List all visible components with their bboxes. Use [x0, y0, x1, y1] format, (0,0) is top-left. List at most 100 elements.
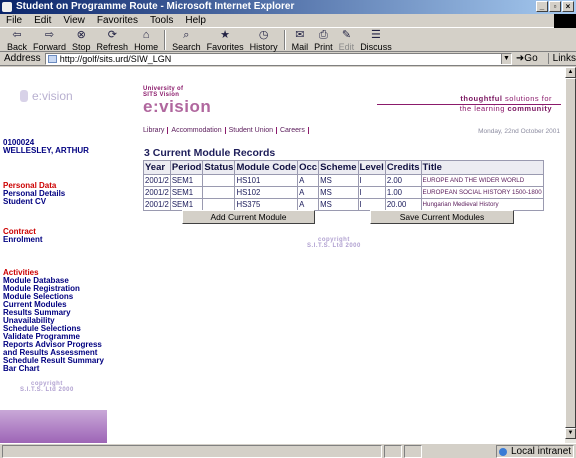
maximize-button[interactable]: ▫ [549, 1, 561, 12]
home-button[interactable]: ⌂ Home [131, 28, 161, 53]
cell-period: SEM1 [169, 198, 204, 211]
col-occ: Occ [297, 160, 320, 175]
nav-library[interactable]: Library [143, 127, 169, 134]
menu-file[interactable]: File [6, 15, 22, 26]
cell-period: SEM1 [169, 186, 204, 199]
sidebar: e:vision 0100024 WELLESLEY, ARTHUR Perso… [0, 67, 107, 443]
col-credits: Credits [384, 160, 422, 175]
nav-careers[interactable]: Careers [277, 127, 309, 134]
scrollbar-thumb[interactable] [565, 78, 576, 428]
forward-label: Forward [33, 42, 67, 52]
cell-year: 2001/2 [143, 198, 171, 211]
sidebar-item-enrolment[interactable]: Enrolment [3, 236, 43, 244]
address-url: http://golf/sits.urd/SIW_LGN [59, 53, 172, 64]
cell-title-link[interactable]: EUROPEAN SOCIAL HISTORY 1500-1800 [420, 186, 544, 199]
menu-help[interactable]: Help [185, 15, 206, 26]
favorites-label: Favorites [206, 42, 244, 52]
go-label: Go [524, 53, 538, 64]
contract-section: Contract Enrolment [3, 228, 43, 244]
back-button[interactable]: ⇦ Back [4, 28, 30, 53]
chevron-down-icon[interactable]: ▼ [500, 53, 511, 64]
save-current-modules-button[interactable]: Save Current Modules [370, 210, 514, 224]
status-pane [404, 444, 422, 458]
col-year: Year [143, 160, 171, 175]
home-icon: ⌂ [142, 29, 150, 41]
university-logo: University of SITS Vision e:vision [143, 86, 213, 116]
current-date: Monday, 22nd October 2001 [478, 128, 560, 135]
cell-title-link[interactable]: EUROPE AND THE WIDER WORLD [420, 174, 544, 187]
history-button[interactable]: ◷ History [247, 28, 281, 53]
history-label: History [249, 42, 278, 52]
table-row: 2001/2 SEM1 HS101 A MS I 2.00 EUROPE AND… [143, 174, 544, 187]
cell-occ: A [297, 198, 320, 211]
page-title: 3 Current Module Records [144, 147, 276, 159]
nav-accommodation[interactable]: Accommodation [168, 127, 226, 134]
cell-module-code: HS102 [234, 186, 299, 199]
address-input[interactable]: http://golf/sits.urd/SIW_LGN ▼ [44, 52, 512, 65]
scroll-down-icon[interactable]: ▼ [565, 428, 576, 439]
main-copyright-line2: S.I.T.S. Ltd 2000 [307, 243, 361, 249]
current-modules-table: Year Period Status Module Code Occ Schem… [143, 160, 544, 211]
back-label: Back [7, 42, 28, 52]
print-label: Print [314, 42, 333, 52]
tagline-community: community [507, 104, 552, 113]
col-level: Level [357, 160, 386, 175]
search-icon: ⌕ [183, 29, 190, 41]
status-text-pane [2, 444, 382, 458]
print-button[interactable]: ⎙ Print [311, 28, 336, 53]
cell-year: 2001/2 [143, 186, 171, 199]
page-viewport: e:vision 0100024 WELLESLEY, ARTHUR Perso… [0, 67, 565, 443]
tagline-line1-rest: solutions for [502, 94, 552, 103]
forward-button[interactable]: ⇨ Forward [30, 28, 69, 53]
favorites-button[interactable]: ★ Favorites [204, 28, 247, 53]
mail-button[interactable]: ✉ Mail [289, 28, 312, 53]
edit-button[interactable]: ✎ Edit [336, 28, 358, 53]
student-info: 0100024 WELLESLEY, ARTHUR [3, 139, 89, 155]
col-period: Period [169, 160, 204, 175]
tagline-line2-start: the learning [459, 104, 508, 113]
menu-favorites[interactable]: Favorites [97, 15, 138, 26]
search-label: Search [172, 42, 201, 52]
mail-label: Mail [291, 42, 309, 52]
window-title-bar[interactable]: Student on Programme Route - Microsoft I… [0, 0, 576, 14]
cell-title-link[interactable]: Hungarian Medieval History [420, 198, 544, 211]
cell-level: I [357, 174, 386, 187]
cell-module-code: HS101 [234, 174, 299, 187]
cell-scheme: MS [318, 186, 359, 199]
search-button[interactable]: ⌕ Search [169, 28, 204, 53]
security-zone: Local intranet [496, 444, 574, 458]
table-header-row: Year Period Status Module Code Occ Schem… [143, 160, 544, 175]
history-icon: ◷ [258, 29, 269, 41]
zone-label: Local intranet [511, 445, 572, 457]
sidebar-logo-text: e:vision [32, 89, 73, 103]
forward-arrow-icon: ⇨ [44, 29, 55, 41]
cell-credits: 20.00 [384, 198, 422, 211]
discuss-label: Discuss [360, 42, 392, 52]
vertical-scrollbar[interactable]: ▲ ▼ [565, 67, 576, 443]
sidebar-copyright: copyright S.I.T.S. Ltd 2000 [20, 381, 74, 393]
add-current-module-button[interactable]: Add Current Module [182, 210, 315, 224]
menu-tools[interactable]: Tools [150, 15, 173, 26]
top-navigation: Library Accommodation Student Union Care… [143, 127, 309, 134]
edit-label: Edit [338, 42, 355, 52]
toolbar-separator [164, 30, 167, 50]
discuss-icon: ☰ [371, 29, 381, 41]
favorites-icon: ★ [220, 29, 231, 41]
close-button[interactable]: × [562, 1, 574, 12]
refresh-button[interactable]: ⟳ Refresh [94, 28, 132, 53]
cell-credits: 1.00 [384, 186, 422, 199]
menu-view[interactable]: View [63, 15, 85, 26]
back-arrow-icon: ⇦ [12, 29, 22, 41]
discuss-button[interactable]: ☰ Discuss [357, 28, 395, 53]
go-button[interactable]: ➜Go [516, 53, 538, 64]
sidebar-item-bar-chart[interactable]: Bar Chart [3, 365, 104, 373]
print-icon: ⎙ [319, 29, 328, 41]
stop-button[interactable]: ⊗ Stop [69, 28, 94, 53]
internet-explorer-icon [2, 2, 12, 12]
sidebar-item-student-cv[interactable]: Student CV [3, 198, 65, 206]
nav-student-union[interactable]: Student Union [226, 127, 277, 134]
scroll-up-icon[interactable]: ▲ [565, 67, 576, 78]
links-button[interactable]: Links [547, 53, 576, 64]
minimize-button[interactable]: _ [536, 1, 548, 12]
menu-edit[interactable]: Edit [34, 15, 51, 26]
